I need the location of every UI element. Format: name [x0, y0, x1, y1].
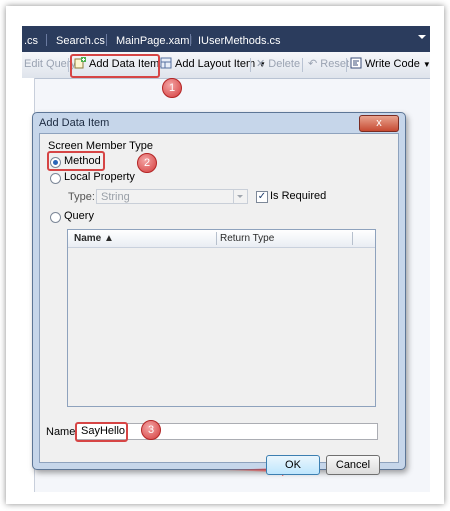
delete-button[interactable]: ✕ Delete	[256, 56, 300, 73]
method-callout-box	[47, 151, 105, 171]
type-label: Type:	[68, 191, 95, 203]
add-layout-item-label: Add Layout Item	[175, 58, 256, 70]
return-type-column-header[interactable]: Return Type	[220, 230, 274, 247]
dropdown-chevron-icon: ▼	[422, 60, 430, 69]
type-combo-chevron-down-icon	[233, 190, 247, 203]
add-data-item-callout-box	[70, 54, 160, 78]
name-label: Name:	[46, 426, 79, 438]
toolbar-separator	[250, 58, 251, 72]
ide-window: .cs Search.cs MainPage.xaml IUserMethods…	[22, 26, 430, 492]
tab-separator	[46, 34, 47, 46]
reset-button[interactable]: ↶ Reset	[308, 56, 349, 73]
name-column-header[interactable]: Name ▲	[74, 230, 114, 247]
toolbar-separator	[302, 58, 303, 72]
query-label[interactable]: Query	[64, 210, 94, 222]
dialog-body: Screen Member Type Method Local Property…	[39, 133, 399, 476]
document-tab-bar: .cs Search.cs MainPage.xaml IUserMethods…	[22, 26, 430, 52]
is-required-label[interactable]: Is Required	[270, 190, 326, 202]
local-property-radio[interactable]	[50, 173, 61, 184]
is-required-checkbox[interactable]: ✓	[256, 191, 268, 203]
add-layout-item-icon	[160, 57, 172, 69]
write-code-label: Write Code	[365, 58, 420, 70]
write-code-button[interactable]: Write Code ▼	[350, 56, 430, 73]
dialog-title: Add Data Item	[39, 117, 110, 129]
delete-x-icon: ✕	[256, 58, 269, 70]
dialog-close-button[interactable]: x	[359, 115, 399, 132]
toolbar-separator	[68, 58, 69, 72]
grid-header: Name ▲ Return Type	[68, 230, 375, 248]
ok-button[interactable]: OK	[266, 455, 320, 475]
callout-badge-3: 3	[141, 420, 161, 440]
callout-badge-1: 1	[162, 78, 182, 98]
column-divider	[352, 232, 353, 245]
toolbar-separator	[346, 58, 347, 72]
write-code-icon	[350, 57, 362, 69]
name-callout-box	[75, 422, 128, 442]
delete-label: Delete	[268, 58, 301, 70]
column-divider	[216, 232, 217, 245]
query-list-grid[interactable]: Name ▲ Return Type	[67, 229, 376, 407]
local-property-label[interactable]: Local Property	[64, 171, 135, 183]
tab-iusermethods-cs[interactable]: IUserMethods.cs	[198, 32, 281, 50]
tab-search-cs[interactable]: Search.cs	[56, 32, 105, 50]
tab-separator	[190, 34, 191, 46]
cancel-button[interactable]: Cancel	[326, 455, 380, 475]
tab-overflow-chevron-down-icon[interactable]	[418, 35, 426, 39]
type-combo-value: String	[101, 191, 130, 203]
callout-badge-2: 2	[137, 153, 157, 173]
tab-cs-file[interactable]: .cs	[24, 32, 38, 50]
reset-undo-icon: ↶	[308, 58, 321, 70]
tab-mainpage-xaml[interactable]: MainPage.xaml	[116, 32, 192, 50]
query-radio[interactable]	[50, 212, 61, 223]
add-data-item-dialog: Add Data Item x Screen Member Type Metho…	[32, 112, 406, 476]
tab-separator	[106, 34, 107, 46]
reset-label: Reset	[320, 58, 350, 70]
type-combo[interactable]: String	[96, 189, 248, 204]
